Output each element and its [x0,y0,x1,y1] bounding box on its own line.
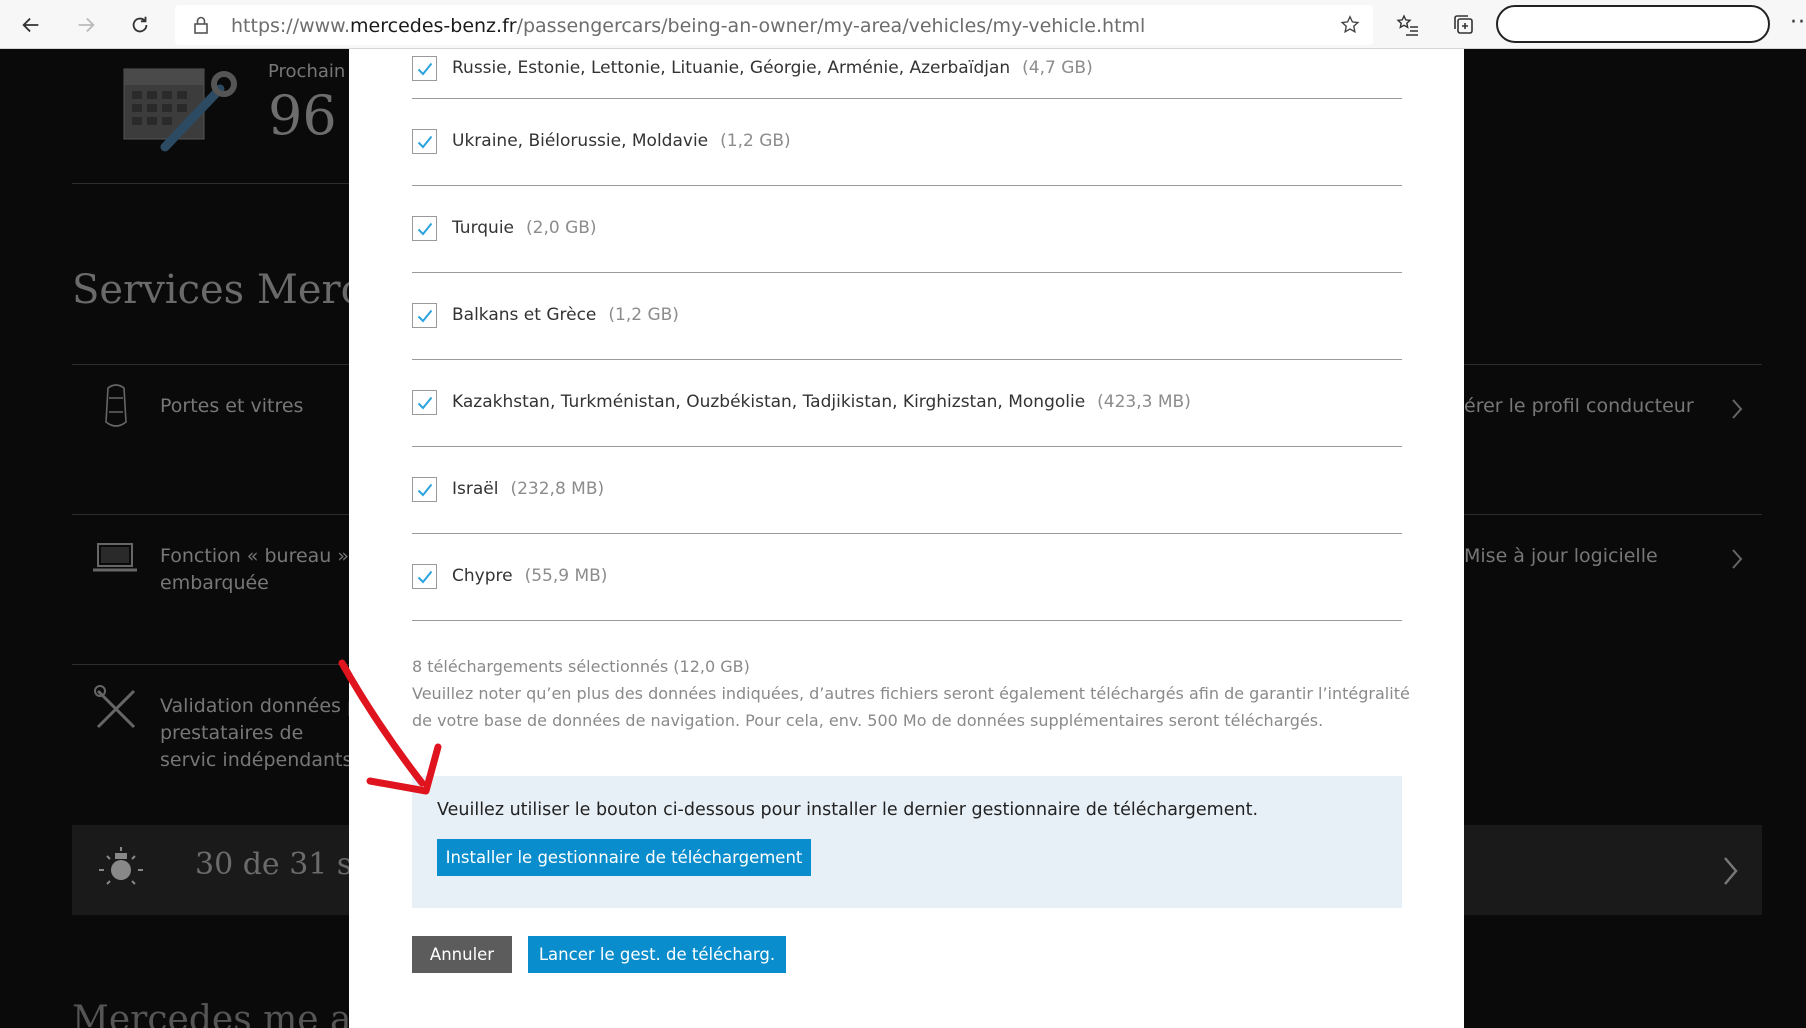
download-modal: Russie, Estonie, Lettonie, Lituanie, Géo… [349,49,1464,1028]
region-label: Kazakhstan, Turkménistan, Ouzbékistan, T… [452,392,1191,412]
region-checkbox[interactable] [412,129,437,154]
checkmark-icon [417,62,432,75]
laptop-icon [93,543,137,572]
url-path: /passengercars/being-an-owner/my-area/ve… [516,15,1146,37]
address-bar[interactable]: https://www.mercedes-benz.fr/passengerca… [175,5,1373,45]
region-checkbox[interactable] [412,564,437,589]
region-row[interactable]: Chypre (55,9 MB) [412,534,1402,621]
region-label: Ukraine, Biélorussie, Moldavie (1,2 GB) [452,131,791,151]
divider [72,364,350,365]
url-text: https://www.mercedes-benz.fr/passengerca… [231,15,1145,37]
region-label: Israël (232,8 MB) [452,479,604,499]
region-checkbox[interactable] [412,303,437,328]
checkmark-icon [417,135,432,148]
region-name: Ukraine, Biélorussie, Moldavie [452,131,709,151]
region-label: Russie, Estonie, Lettonie, Lituanie, Géo… [452,58,1093,78]
install-info-text: Veuillez utiliser le bouton ci-dessous p… [437,800,1259,820]
download-note: Veuillez noter qu’en plus des données in… [412,684,1410,730]
region-row[interactable]: Turquie (2,0 GB) [412,186,1402,273]
region-size: (2,0 GB) [526,218,597,238]
back-button[interactable] [14,8,48,42]
checkmark-icon [417,396,432,409]
favorite-star-icon[interactable] [1339,14,1361,36]
divider [1464,364,1762,365]
region-checkbox[interactable] [412,477,437,502]
url-prefix: https://www. [231,15,351,37]
service-item-label[interactable]: Fonction « bureau » embarquée [160,543,350,597]
selected-count: 8 téléchargements sélectionnés (12,0 GB) [412,657,750,676]
region-size: (4,7 GB) [1022,58,1093,78]
region-name: Chypre [452,566,513,586]
region-checkbox[interactable] [412,56,437,81]
region-row[interactable]: Ukraine, Biélorussie, Moldavie (1,2 GB) [412,99,1402,186]
region-label: Chypre (55,9 MB) [452,566,607,586]
chevron-right-icon[interactable] [1730,397,1744,421]
lock-icon [194,16,208,34]
collections-icon[interactable] [1452,13,1476,37]
region-name: Turquie [452,218,515,238]
divider [72,183,350,184]
region-row[interactable]: Russie, Estonie, Lettonie, Lituanie, Géo… [412,49,1402,99]
region-label: Balkans et Grèce (1,2 GB) [452,305,679,325]
refresh-button[interactable] [123,8,157,42]
tools-icon [94,685,136,729]
divider [1464,514,1762,515]
region-label: Turquie (2,0 GB) [452,218,597,238]
calendar-wrench-icon [123,68,237,152]
region-name: Kazakhstan, Turkménistan, Ouzbékistan, T… [452,392,1086,412]
service-item-label[interactable]: Mise à jour logicielle [1464,543,1658,570]
region-row[interactable]: Kazakhstan, Turkménistan, Ouzbékistan, T… [412,360,1402,447]
refresh-icon [132,16,148,33]
arrow-right-icon [78,17,95,33]
checkmark-icon [417,222,432,235]
region-size: (1,2 GB) [720,131,791,151]
browser-toolbar: https://www.mercedes-benz.fr/passengerca… [0,0,1806,49]
cancel-button[interactable]: Annuler [412,936,512,973]
profile-button[interactable] [1496,5,1770,43]
forward-button[interactable] [69,8,103,42]
car-doors-icon [105,384,127,427]
region-row[interactable]: Israël (232,8 MB) [412,447,1402,534]
region-size: (232,8 MB) [510,479,605,499]
favorites-list-icon[interactable] [1396,13,1420,37]
more-menu-button[interactable]: ··· [1790,10,1806,35]
region-size: (1,2 GB) [608,305,679,325]
launch-download-manager-button[interactable]: Lancer le gest. de télécharg. [528,936,786,973]
chevron-right-icon[interactable] [1730,547,1744,571]
service-item-label[interactable]: érer le profil conducteur [1464,393,1694,420]
checkmark-icon [417,483,432,496]
region-checkbox[interactable] [412,390,437,415]
region-size: (423,3 MB) [1097,392,1191,412]
region-name: Russie, Estonie, Lettonie, Lituanie, Géo… [452,58,1011,78]
region-row[interactable]: Balkans et Grèce (1,2 GB) [412,273,1402,360]
warning-light-icon [99,847,143,885]
region-size: (55,9 MB) [524,566,608,586]
service-item-label[interactable]: Validation données p prestataires de ser… [160,693,360,774]
service-item-label[interactable]: Portes et vitres [160,393,303,420]
arrow-left-icon [22,17,39,33]
install-download-manager-button[interactable]: Installer le gestionnaire de téléchargem… [437,839,811,876]
region-name: Balkans et Grèce [452,305,597,325]
checkmark-icon [417,570,432,583]
checkmark-icon [417,309,432,322]
url-host: mercedes-benz.fr [350,15,517,37]
divider [72,514,350,515]
region-name: Israël [452,479,499,499]
region-checkbox[interactable] [412,216,437,241]
chevron-right-icon[interactable] [1722,855,1740,887]
install-info-box: Veuillez utiliser le bouton ci-dessous p… [412,776,1402,908]
download-summary: 8 téléchargements sélectionnés (12,0 GB)… [412,653,1412,734]
divider [72,664,350,665]
